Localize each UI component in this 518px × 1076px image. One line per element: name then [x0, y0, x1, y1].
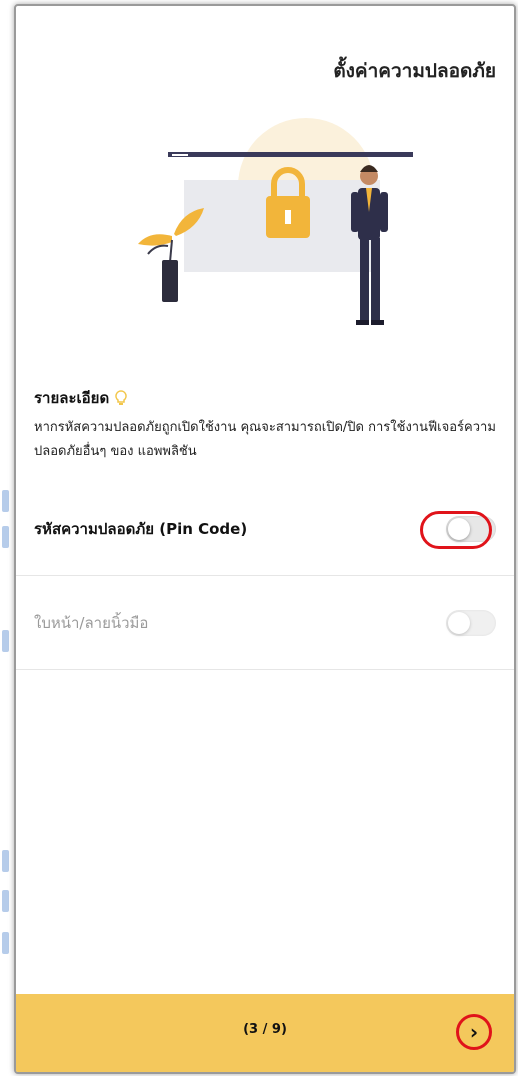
setting-label-pin-code: รหัสความปลอดภัย (Pin Code) — [34, 519, 248, 538]
phone-screen: ตั้งค่าความปลอดภัย รายละเอียด หากรหัสควา… — [14, 4, 516, 1074]
details-section: รายละเอียด หากรหัสความปลอดภัยถูกเปิดใช้ง… — [34, 386, 504, 464]
chevron-right-icon: › — [469, 1020, 479, 1044]
screenshot-frame: ตั้งค่าความปลอดภัย รายละเอียด หากรหัสควา… — [0, 0, 518, 1076]
highlight-ring-pin-toggle — [420, 511, 492, 549]
details-heading: รายละเอียด — [34, 389, 110, 407]
setting-row-face-fingerprint: ใบหน้า/ลายนิ้วมือ — [16, 576, 514, 670]
toggle-knob — [448, 611, 470, 634]
face-fingerprint-toggle — [446, 609, 496, 636]
page-indicator: (3 / 9) — [243, 1022, 287, 1037]
details-heading-row: รายละเอียด — [34, 386, 504, 410]
details-description: หากรหัสความปลอดภัยถูกเปิดใช้งาน คุณจะสาม… — [34, 420, 496, 459]
bulb-icon — [115, 390, 127, 405]
setting-label-face-fingerprint: ใบหน้า/ลายนิ้วมือ — [34, 613, 149, 632]
next-button[interactable]: › — [456, 1014, 492, 1050]
page-title: ตั้งค่าความปลอดภัย — [333, 60, 496, 82]
footer-bar: (3 / 9) › — [16, 994, 514, 1072]
security-illustration — [138, 118, 413, 325]
